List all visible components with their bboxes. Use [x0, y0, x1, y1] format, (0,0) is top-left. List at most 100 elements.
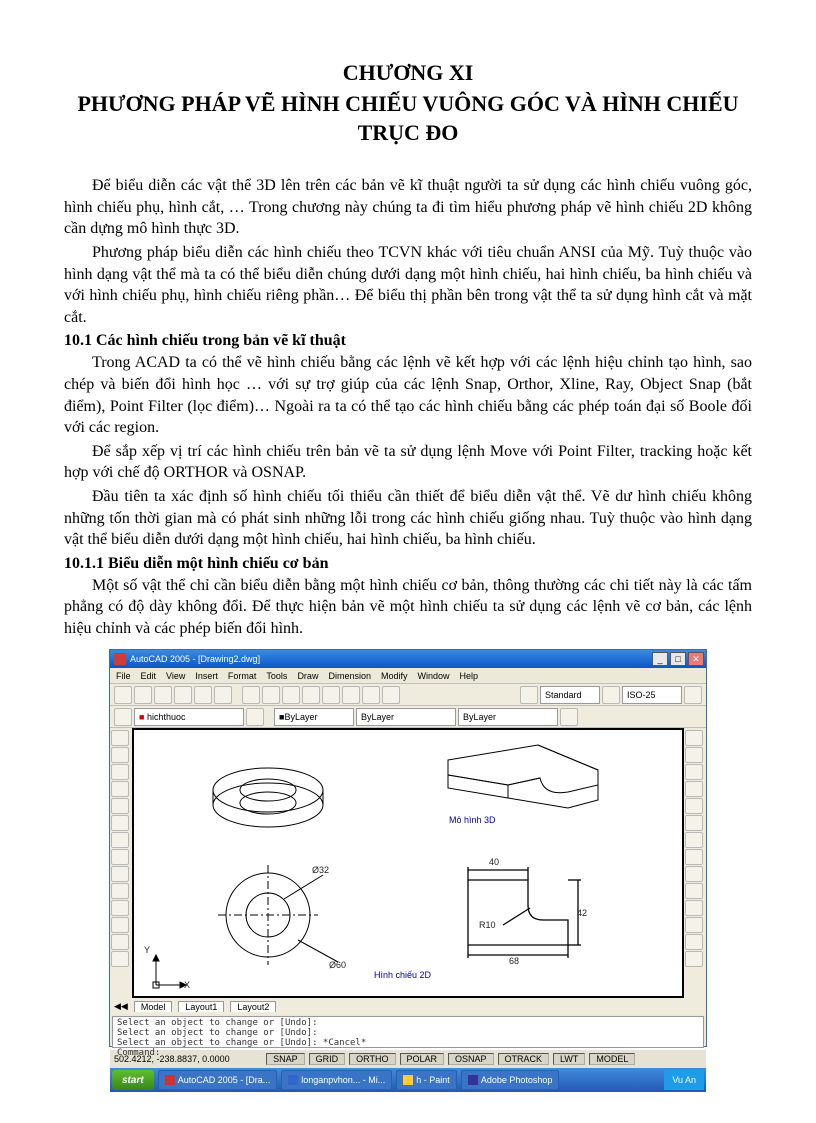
taskbar-item[interactable]: AutoCAD 2005 - [Dra...: [158, 1070, 278, 1090]
toolbar-button[interactable]: [322, 686, 340, 704]
menu-file[interactable]: File: [116, 671, 131, 681]
menu-format[interactable]: Format: [228, 671, 257, 681]
toolbar-button[interactable]: [154, 686, 172, 704]
nav-arrow-icon[interactable]: ◀◀: [114, 1001, 128, 1012]
tool-button[interactable]: [685, 917, 703, 933]
status-osnap[interactable]: OSNAP: [448, 1053, 494, 1065]
tool-button[interactable]: [685, 764, 703, 780]
dim-style-field[interactable]: ISO-25: [622, 686, 682, 704]
toolbar-button[interactable]: [194, 686, 212, 704]
color-dropdown[interactable]: ■ ByLayer: [274, 708, 354, 726]
toolbar-button[interactable]: [520, 686, 538, 704]
toolbar-button[interactable]: [242, 686, 260, 704]
toolbar-button[interactable]: [262, 686, 280, 704]
toolbar-button[interactable]: [214, 686, 232, 704]
tool-button[interactable]: [111, 951, 129, 967]
tool-button[interactable]: [111, 849, 129, 865]
toolbar-button[interactable]: [684, 686, 702, 704]
tool-button[interactable]: [111, 781, 129, 797]
drawing-area-frame: Mô hình 3D Hình chiếu 2D 40 68 42 R10 Ø3…: [132, 728, 684, 998]
drawing-canvas[interactable]: Mô hình 3D Hình chiếu 2D 40 68 42 R10 Ø3…: [134, 730, 682, 996]
menu-bar: File Edit View Insert Format Tools Draw …: [110, 668, 706, 684]
tool-button[interactable]: [685, 849, 703, 865]
tool-button[interactable]: [111, 934, 129, 950]
toolbar-button[interactable]: [342, 686, 360, 704]
tool-button[interactable]: [111, 798, 129, 814]
tool-button[interactable]: [685, 951, 703, 967]
tab-layout2[interactable]: Layout2: [230, 1001, 276, 1012]
tool-button[interactable]: [685, 730, 703, 746]
tool-button[interactable]: [111, 900, 129, 916]
tool-button[interactable]: [111, 832, 129, 848]
start-button[interactable]: start: [112, 1070, 154, 1090]
tool-button[interactable]: [685, 798, 703, 814]
toolbar-button[interactable]: [246, 708, 264, 726]
tool-button[interactable]: [111, 730, 129, 746]
toolbar-button[interactable]: [174, 686, 192, 704]
menu-edit[interactable]: Edit: [141, 671, 157, 681]
modify-toolbar: [684, 728, 706, 998]
maximize-button[interactable]: □: [670, 652, 686, 666]
windows-taskbar: start AutoCAD 2005 - [Dra... longanpvhon…: [110, 1068, 706, 1092]
taskbar-label: AutoCAD 2005 - [Dra...: [178, 1075, 271, 1085]
toolbar-button[interactable]: [560, 708, 578, 726]
taskbar-item[interactable]: longanpvhon... - Mi...: [281, 1070, 392, 1090]
lineweight-dropdown[interactable]: ByLayer: [458, 708, 558, 726]
status-lwt[interactable]: LWT: [553, 1053, 585, 1065]
minimize-button[interactable]: _: [652, 652, 668, 666]
text-style-field[interactable]: Standard: [540, 686, 600, 704]
system-tray[interactable]: Vu An: [664, 1070, 704, 1090]
tool-button[interactable]: [685, 883, 703, 899]
layer-dropdown[interactable]: ■ hichthuoc: [134, 708, 244, 726]
tool-button[interactable]: [685, 747, 703, 763]
tab-model[interactable]: Model: [134, 1001, 173, 1012]
dim-d60: Ø60: [329, 960, 346, 970]
command-window[interactable]: Select an object to change or [Undo]: Se…: [112, 1016, 704, 1048]
app-icon: [114, 653, 126, 665]
status-otrack[interactable]: OTRACK: [498, 1053, 550, 1065]
toolbar-button[interactable]: [282, 686, 300, 704]
tool-button[interactable]: [111, 764, 129, 780]
tool-button[interactable]: [685, 832, 703, 848]
tool-button[interactable]: [111, 866, 129, 882]
menu-view[interactable]: View: [166, 671, 185, 681]
toolbar-button[interactable]: [134, 686, 152, 704]
status-ortho[interactable]: ORTHO: [349, 1053, 395, 1065]
toolbar-button[interactable]: [302, 686, 320, 704]
toolbar-button[interactable]: [114, 686, 132, 704]
status-snap[interactable]: SNAP: [266, 1053, 305, 1065]
tool-button[interactable]: [685, 781, 703, 797]
taskbar-item[interactable]: h - Paint: [396, 1070, 457, 1090]
tab-layout1[interactable]: Layout1: [178, 1001, 224, 1012]
tool-button[interactable]: [111, 883, 129, 899]
menu-draw[interactable]: Draw: [297, 671, 318, 681]
tool-button[interactable]: [685, 815, 703, 831]
menu-dimension[interactable]: Dimension: [328, 671, 371, 681]
status-grid[interactable]: GRID: [309, 1053, 346, 1065]
menu-window[interactable]: Window: [418, 671, 450, 681]
cmd-line: Select an object to change or [Undo]:: [117, 1028, 317, 1038]
paragraph: Để sắp xếp vị trí các hình chiếu trên bả…: [64, 441, 752, 484]
dim-68: 68: [509, 956, 519, 966]
menu-tools[interactable]: Tools: [266, 671, 287, 681]
toolbar-button[interactable]: [382, 686, 400, 704]
status-polar[interactable]: POLAR: [400, 1053, 445, 1065]
status-model[interactable]: MODEL: [589, 1053, 635, 1065]
paragraph: Phương pháp biểu diễn các hình chiếu the…: [64, 242, 752, 328]
tool-button[interactable]: [111, 917, 129, 933]
menu-help[interactable]: Help: [460, 671, 479, 681]
tool-button[interactable]: [685, 934, 703, 950]
label-2d: Hình chiếu 2D: [374, 970, 431, 980]
tool-button[interactable]: [111, 747, 129, 763]
toolbar-button[interactable]: [114, 708, 132, 726]
close-button[interactable]: ✕: [688, 652, 704, 666]
toolbar-button[interactable]: [602, 686, 620, 704]
menu-modify[interactable]: Modify: [381, 671, 408, 681]
tool-button[interactable]: [111, 815, 129, 831]
tool-button[interactable]: [685, 866, 703, 882]
taskbar-item[interactable]: Adobe Photoshop: [461, 1070, 560, 1090]
toolbar-button[interactable]: [362, 686, 380, 704]
menu-insert[interactable]: Insert: [195, 671, 218, 681]
linetype-dropdown[interactable]: ByLayer: [356, 708, 456, 726]
tool-button[interactable]: [685, 900, 703, 916]
